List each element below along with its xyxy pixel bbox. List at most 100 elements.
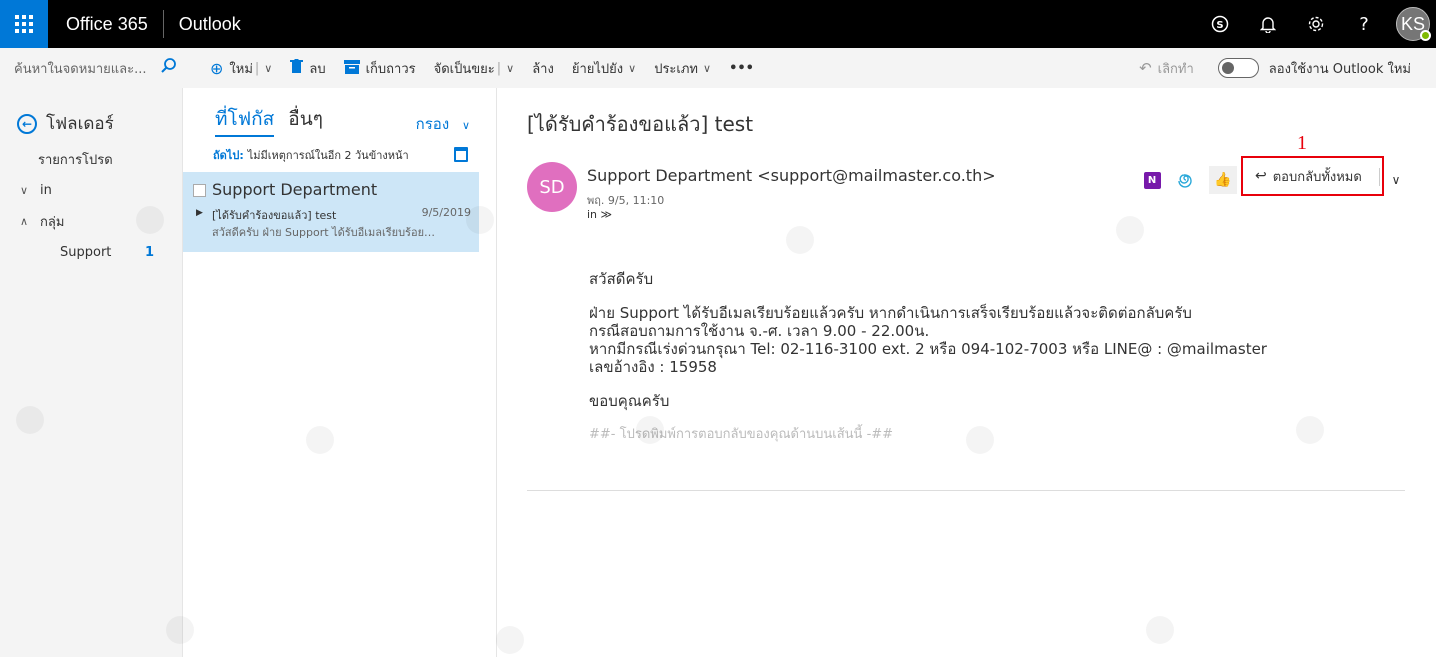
reply-all-icon: ↩ [1255, 168, 1267, 184]
thumbs-up-icon: 👍 [1214, 172, 1232, 188]
app-launcher-button[interactable] [0, 0, 48, 48]
presence-icon [1420, 30, 1431, 41]
reply-options-dropdown[interactable]: ∨ [1386, 166, 1406, 194]
archive-button[interactable]: เก็บถาวร [335, 48, 425, 88]
email-body: สวัสดีครับ ฝ่าย Support ได้รับอีเมลเรียบ… [589, 270, 1267, 460]
chevron-down-icon: ∨ [461, 119, 470, 132]
svg-text:S: S [1216, 20, 1223, 31]
skype-button[interactable]: S [1196, 0, 1244, 48]
message-subject: [ได้รับคำร้องขอแล้ว] test [212, 209, 337, 222]
message-list-item[interactable]: Support Department ▶ [ได้รับคำร้องขอแล้ว… [183, 172, 479, 252]
skype-icon: S [1211, 15, 1229, 33]
search-input[interactable]: ค้นหาในจดหมายและ... [14, 58, 152, 79]
folders-title: โฟลเดอร์ [46, 114, 114, 134]
help-icon: ? [1359, 13, 1369, 35]
message-preview: สวัสดีครับ ฝ่าย Support ได้รับอีเมลเรียบ… [212, 226, 436, 239]
archive-label: เก็บถาวร [365, 61, 416, 77]
body-divider [527, 490, 1405, 491]
body-line: ฝ่าย Support ได้รับอีเมลเรียบร้อยแล้วครั… [589, 304, 1192, 322]
reply-above-note: ##- โปรดพิมพ์การตอบกลับของคุณด้านบนเส้นน… [589, 427, 894, 442]
bell-icon [1260, 17, 1276, 33]
delete-label: ลบ [309, 61, 326, 77]
sender-name[interactable]: Support Department <support@mailmaster.c… [587, 166, 996, 185]
filter-label: กรอง [415, 115, 450, 133]
next-label: ถัดไป: [213, 149, 244, 162]
onenote-icon: N [1143, 171, 1161, 189]
try-new-outlook-toggle[interactable] [1217, 58, 1259, 78]
filter-button[interactable]: กรอง ∨ [416, 112, 470, 136]
chevron-down-icon: ∨ [703, 61, 712, 75]
tab-focused[interactable]: ที่โฟกัส [215, 104, 275, 137]
search-box[interactable]: ค้นหาในจดหมายและ... [0, 48, 183, 88]
search-icon[interactable] [160, 57, 177, 79]
junk-button[interactable]: จัดเป็นขยะ | ∨ [425, 48, 524, 88]
settings-button[interactable] [1292, 0, 1340, 48]
group-item-support[interactable]: Support 1 [60, 245, 154, 260]
folder-pane: ← โฟลเดอร์ รายการโปรด ∨ in ∧ กลุ่ม Suppo… [0, 88, 183, 657]
move-label: ย้ายไปยัง [571, 61, 624, 77]
body-line: กรณีสอบถามการใช้งาน จ.-ศ. เวลา 9.00 - 22… [589, 322, 930, 340]
undo-icon: ↶ [1139, 59, 1152, 77]
inbox-label: in [40, 183, 52, 198]
more-icon: ••• [729, 60, 754, 76]
user-avatar[interactable]: KS [1396, 7, 1431, 41]
unread-count: 1 [144, 245, 154, 260]
favorites-item[interactable]: รายการโปรด [38, 149, 182, 170]
message-sender: Support Department [212, 180, 378, 199]
header-actions: N 👍 [1135, 166, 1237, 194]
help-button[interactable]: ? [1340, 0, 1388, 48]
message-list-pane: ที่โฟกัส อื่นๆ กรอง ∨ ถัดไป: ไม่มีเหตุกา… [183, 88, 497, 657]
message-date: 9/5/2019 [421, 206, 471, 219]
reading-pane: [ได้รับคำร้องขอแล้ว] test SD Support Dep… [497, 88, 1436, 657]
reply-all-button[interactable]: ↩ ตอบกลับทั้งหมด [1241, 156, 1384, 196]
notifications-button[interactable] [1244, 0, 1292, 48]
groups-label: กลุ่ม [40, 215, 65, 230]
brand-divider [162, 10, 164, 38]
trash-icon [290, 58, 304, 78]
chevron-down-icon[interactable]: ∨ [506, 62, 514, 75]
undo-button[interactable]: ↶ เลิกทำ [1139, 58, 1194, 79]
loop-button[interactable] [1169, 166, 1203, 194]
split-divider: | [496, 60, 502, 76]
next-text: ไม่มีเหตุการณ์ในอีก 2 วันข้างหน้า [247, 149, 409, 162]
sent-date: พฤ. 9/5, 11:10 [587, 194, 665, 207]
expand-caret-icon[interactable]: ▶ [196, 208, 203, 218]
plus-circle-icon: ⊕ [210, 58, 224, 78]
move-to-button[interactable]: ย้ายไปยัง ∨ [563, 48, 645, 88]
app-name[interactable]: Outlook [179, 14, 241, 35]
toggle-knob [1221, 62, 1234, 74]
inbox-tree-item[interactable]: ∨ in [20, 183, 182, 198]
email-subject: [ได้รับคำร้องขอแล้ว] test [527, 112, 754, 136]
message-checkbox[interactable] [193, 184, 206, 197]
split-divider [1379, 168, 1380, 186]
onenote-button[interactable]: N [1135, 166, 1169, 194]
group-label: Support [60, 245, 112, 260]
command-bar: ค้นหาในจดหมายและ... ⊕ ใหม่ | ∨ ลบ เก็บถา… [0, 48, 1436, 88]
junk-label: จัดเป็นขยะ [433, 61, 495, 77]
body-line: เลขอ้างอิง : 15958 [589, 358, 717, 376]
groups-tree-item[interactable]: ∧ กลุ่ม [20, 211, 182, 232]
like-button[interactable]: 👍 [1209, 166, 1237, 194]
undo-label: เลิกทำ [1157, 61, 1194, 77]
categorize-label: ประเภท [654, 61, 698, 77]
delete-button[interactable]: ลบ [281, 48, 334, 88]
back-arrow-icon[interactable]: ← [17, 113, 37, 134]
folders-header[interactable]: ← โฟลเดอร์ [17, 110, 182, 137]
chevron-down-icon[interactable]: ∨ [264, 62, 272, 75]
categorize-button[interactable]: ประเภท ∨ [645, 48, 720, 88]
reply-all-label: ตอบกลับทั้งหมด [1272, 169, 1362, 185]
new-message-button[interactable]: ⊕ ใหม่ | ∨ [201, 48, 281, 88]
more-actions-button[interactable]: ••• [720, 48, 763, 88]
split-divider: | [254, 60, 260, 76]
chevron-down-icon: ∨ [628, 61, 637, 75]
sweep-button[interactable]: ล้าง [523, 48, 563, 88]
tab-other[interactable]: อื่นๆ [288, 104, 323, 137]
sender-avatar[interactable]: SD [527, 162, 577, 212]
brand-name[interactable]: Office 365 [66, 14, 148, 35]
recipients-line[interactable]: in ≫ [587, 208, 612, 221]
chevron-up-icon[interactable]: ∧ [20, 215, 34, 228]
sweep-label: ล้าง [532, 61, 554, 77]
calendar-icon[interactable] [454, 147, 468, 162]
archive-icon [343, 59, 360, 78]
chevron-down-icon[interactable]: ∨ [20, 184, 34, 197]
